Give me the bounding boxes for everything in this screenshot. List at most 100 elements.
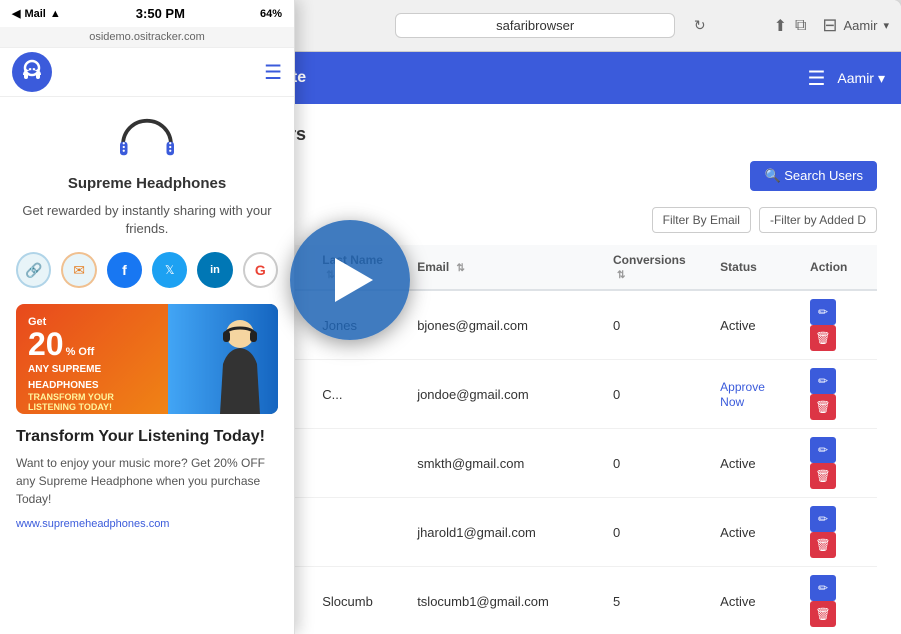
td-last-name — [312, 429, 407, 498]
td-action: ✏ 🗑 — [800, 498, 877, 567]
carrier-text: Mail — [24, 8, 45, 20]
filter-email-button[interactable]: Filter By Email — [652, 207, 751, 233]
video-play-button[interactable] — [290, 220, 410, 340]
sort-icon-email[interactable]: ⇅ — [457, 263, 465, 274]
td-email: bjones@gmail.com — [407, 290, 603, 360]
user-chevron: ▾ — [883, 19, 889, 32]
td-conversions: 0 — [603, 429, 710, 498]
filter-added-button[interactable]: -Filter by Added D — [759, 207, 877, 233]
td-email: tslocumb1@gmail.com — [407, 567, 603, 634]
td-status: Approve Now — [710, 360, 800, 429]
phone-brand-name: Supreme Headphones — [16, 175, 278, 192]
sidebar-icon[interactable]: ⊟ — [822, 15, 837, 36]
share-email-icon[interactable]: ✉ — [61, 252, 96, 288]
td-email: jondoe@gmail.com — [407, 360, 603, 429]
status-text: Active — [720, 456, 755, 471]
td-action: ✏ 🗑 — [800, 567, 877, 634]
edit-button-3[interactable]: ✏ — [810, 506, 836, 532]
new-tab-button[interactable]: ⧉ — [795, 16, 806, 36]
th-status: Status — [710, 245, 800, 290]
carrier-icon: ◀ — [12, 7, 20, 20]
share-google-icon[interactable]: G — [243, 252, 278, 288]
edit-button-2[interactable]: ✏ — [810, 437, 836, 463]
app-hamburger-button[interactable]: ☰ — [807, 66, 825, 91]
td-conversions: 0 — [603, 498, 710, 567]
promo-off: % Off — [66, 346, 95, 358]
delete-button-0[interactable]: 🗑 — [810, 325, 836, 351]
wifi-icon: ▲ — [50, 8, 61, 20]
phone-status-bar: ◀ Mail ▲ 3:50 PM 64% — [0, 0, 294, 27]
header-user-chevron: ▾ — [878, 70, 885, 87]
promo-item-line1: ANY SUPREME — [28, 364, 156, 376]
share-twitter-icon[interactable]: 𝕏 — [152, 252, 187, 288]
user-name: Aamir — [844, 18, 878, 33]
phone-tagline: Get rewarded by instantly sharing with y… — [16, 202, 278, 238]
brand-headphone-logo — [117, 111, 177, 171]
td-conversions: 0 — [603, 290, 710, 360]
search-users-button[interactable]: 🔍 Search Users — [750, 161, 877, 191]
phone-url-text: osidemo.ositracker.com — [89, 31, 205, 43]
delete-button-1[interactable]: 🗑 — [810, 394, 836, 420]
td-email: jharold1@gmail.com — [407, 498, 603, 567]
address-bar[interactable]: safaribrowser — [395, 13, 675, 38]
play-icon — [335, 258, 373, 302]
status-text: Active — [720, 594, 755, 609]
status-right: 64% — [260, 8, 282, 20]
td-status: Active — [710, 290, 800, 360]
td-last-name: C... — [312, 360, 407, 429]
th-conversions: Conversions ⇅ — [603, 245, 710, 290]
status-link[interactable]: Approve Now — [720, 380, 765, 409]
td-status: Active — [710, 567, 800, 634]
sort-icon-conv[interactable]: ⇅ — [617, 270, 625, 281]
td-status: Active — [710, 429, 800, 498]
toolbar-actions: ⬆ ⧉ — [774, 16, 807, 36]
td-action: ✏ 🗑 — [800, 360, 877, 429]
phone-content: Supreme Headphones Get rewarded by insta… — [0, 97, 294, 634]
promo-percent: 20 — [28, 328, 64, 360]
edit-button-1[interactable]: ✏ — [810, 368, 836, 394]
promo-image — [168, 304, 278, 414]
mobile-phone: ◀ Mail ▲ 3:50 PM 64% osidemo.ositracker.… — [0, 0, 295, 634]
delete-button-2[interactable]: 🗑 — [810, 463, 836, 489]
phone-section-title: Transform Your Listening Today! — [16, 428, 278, 446]
edit-button-0[interactable]: ✏ — [810, 299, 836, 325]
promo-banner: Get 20 % Off ANY SUPREME HEADPHONES TRAN… — [16, 304, 278, 414]
share-facebook-icon[interactable]: f — [107, 252, 142, 288]
promo-item-line2: HEADPHONES — [28, 380, 156, 392]
phone-logo-img — [12, 52, 52, 92]
headphone-svg — [18, 58, 46, 86]
delete-button-3[interactable]: 🗑 — [810, 532, 836, 558]
share-button[interactable]: ⬆ — [774, 16, 787, 36]
td-conversions: 5 — [603, 567, 710, 634]
share-icons-row: 🔗 ✉ f 𝕏 in G — [16, 252, 278, 288]
phone-headphone-logo-container — [16, 111, 278, 171]
refresh-button[interactable]: ↻ — [694, 17, 706, 34]
th-email: Email ⇅ — [407, 245, 603, 290]
promo-illustration — [168, 304, 278, 414]
td-action: ✏ 🗑 — [800, 429, 877, 498]
status-text: Active — [720, 525, 755, 540]
edit-button-4[interactable]: ✏ — [810, 575, 836, 601]
hamburger-button[interactable]: ☰ — [264, 60, 282, 85]
phone-url-bar: osidemo.ositracker.com — [0, 27, 294, 48]
status-left: ◀ Mail ▲ — [12, 7, 61, 20]
header-user[interactable]: Aamir ▾ — [837, 70, 885, 87]
delete-button-4[interactable]: 🗑 — [810, 601, 836, 627]
share-link-icon[interactable]: 🔗 — [16, 252, 51, 288]
td-last-name — [312, 498, 407, 567]
header-username: Aamir — [837, 70, 874, 86]
td-action: ✏ 🗑 — [800, 290, 877, 360]
status-text: Active — [720, 318, 755, 333]
share-linkedin-icon[interactable]: in — [197, 252, 232, 288]
td-conversions: 0 — [603, 360, 710, 429]
promo-text-block: Get 20 % Off ANY SUPREME HEADPHONES TRAN… — [16, 304, 168, 414]
td-status: Active — [710, 498, 800, 567]
phone-website-link[interactable]: www.supremeheadphones.com — [16, 518, 278, 530]
status-time: 3:50 PM — [136, 6, 185, 21]
battery-text: 64% — [260, 8, 282, 20]
td-email: smkth@gmail.com — [407, 429, 603, 498]
th-action: Action — [800, 245, 877, 290]
phone-section-desc: Want to enjoy your music more? Get 20% O… — [16, 454, 278, 508]
address-bar-container: safaribrowser ↻ — [305, 13, 766, 38]
td-last-name: Slocumb — [312, 567, 407, 634]
